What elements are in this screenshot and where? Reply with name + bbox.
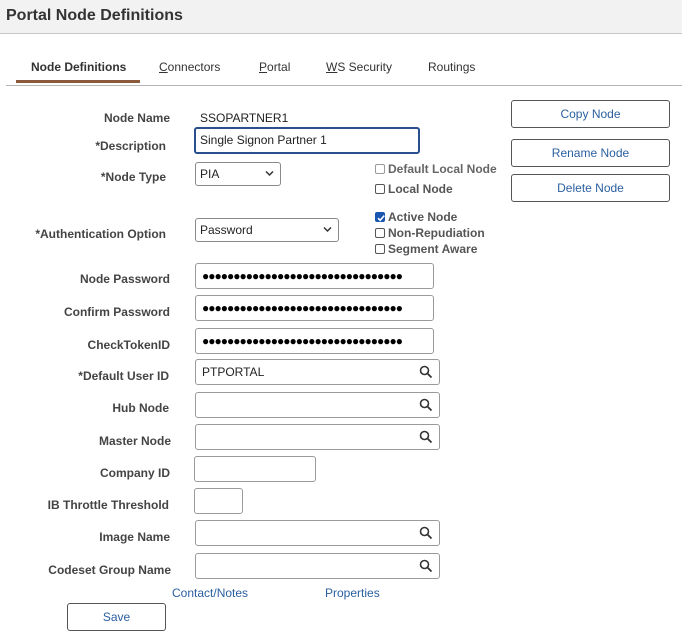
page-title: Portal Node Definitions xyxy=(6,7,183,24)
master-node-label: Master Node xyxy=(98,434,171,448)
search-icon[interactable] xyxy=(419,559,433,573)
chevron-down-icon xyxy=(265,170,274,177)
contact-notes-link[interactable]: Contact/Notes xyxy=(172,586,248,600)
hub-node-label: Hub Node xyxy=(112,401,169,415)
tab-connectors[interactable]: Connectors xyxy=(159,60,220,74)
tab-connectors-accesskey: C xyxy=(159,60,168,74)
tab-routings[interactable]: Routings xyxy=(428,60,475,74)
auth-option-select[interactable]: Password xyxy=(195,218,339,242)
codeset-group-label: Codeset Group Name xyxy=(48,563,171,577)
default-user-id-input[interactable]: PTPORTAL xyxy=(195,359,440,385)
description-label: *Description xyxy=(95,139,166,153)
checkbox-box xyxy=(375,184,385,194)
tab-node-definitions[interactable]: Node Definitions xyxy=(31,60,126,74)
checkmark-icon xyxy=(377,215,385,222)
save-button[interactable]: Save xyxy=(67,603,166,631)
image-name-label: Image Name xyxy=(99,530,170,544)
hub-node-input[interactable] xyxy=(195,392,440,418)
node-type-select[interactable]: PIA xyxy=(195,162,281,186)
node-password-label: Node Password xyxy=(79,272,170,286)
confirm-password-input[interactable]: ●●●●●●●●●●●●●●●●●●●●●●●●●●●●●●●● xyxy=(195,295,434,321)
codeset-group-input[interactable] xyxy=(195,553,440,579)
tab-ws-security-accesskey: W xyxy=(326,60,338,74)
checkbox-box xyxy=(375,244,385,254)
auth-option-value: Password xyxy=(200,223,253,237)
description-input[interactable]: Single Signon Partner 1 xyxy=(194,127,420,154)
ib-throttle-label: IB Throttle Threshold xyxy=(47,498,169,512)
tab-portal[interactable]: Portal xyxy=(259,60,290,74)
default-user-id-value: PTPORTAL xyxy=(202,365,265,379)
node-type-label: *Node Type xyxy=(100,170,166,184)
checkbox-box xyxy=(375,164,385,174)
chevron-down-icon xyxy=(323,226,332,233)
checkbox-box-checked xyxy=(375,212,385,222)
search-icon[interactable] xyxy=(419,526,433,540)
ib-throttle-input[interactable] xyxy=(194,488,243,514)
tab-ws-security-label: S Security xyxy=(337,60,393,74)
master-node-input[interactable] xyxy=(195,424,440,450)
tab-portal-label: ortal xyxy=(267,60,291,74)
auth-option-label: *Authentication Option xyxy=(35,227,166,241)
segment-aware-checkbox[interactable]: Segment Aware xyxy=(375,242,477,256)
tab-ws-security[interactable]: WS Security xyxy=(326,60,392,74)
check-token-id-label: CheckTokenID xyxy=(87,338,170,352)
non-repudiation-checkbox[interactable]: Non-Repudiation xyxy=(375,226,485,240)
local-node-label: Local Node xyxy=(388,182,453,196)
default-local-node-label: Default Local Node xyxy=(388,162,497,176)
tab-portal-accesskey: P xyxy=(259,60,268,74)
search-icon[interactable] xyxy=(419,365,433,379)
rename-node-button[interactable]: Rename Node xyxy=(511,139,670,167)
tab-bar: Node Definitions Connectors Portal WS Se… xyxy=(6,56,682,86)
node-name-value: SSOPARTNER1 xyxy=(200,111,289,125)
node-type-value: PIA xyxy=(200,167,220,181)
search-icon[interactable] xyxy=(419,430,433,444)
default-local-node-checkbox[interactable]: Default Local Node xyxy=(375,162,497,176)
node-name-label: Node Name xyxy=(103,111,170,125)
active-tab-indicator xyxy=(16,80,140,83)
check-token-id-input[interactable]: ●●●●●●●●●●●●●●●●●●●●●●●●●●●●●●●● xyxy=(195,328,434,354)
default-user-id-label: *Default User ID xyxy=(78,369,169,383)
delete-node-button[interactable]: Delete Node xyxy=(511,174,670,202)
tab-connectors-label: onnectors xyxy=(167,60,221,74)
company-id-input[interactable] xyxy=(194,456,316,482)
segment-aware-label: Segment Aware xyxy=(388,242,478,256)
search-icon[interactable] xyxy=(419,398,433,412)
image-name-input[interactable] xyxy=(195,520,440,546)
copy-node-button[interactable]: Copy Node xyxy=(511,100,670,128)
local-node-checkbox[interactable]: Local Node xyxy=(375,182,453,196)
page-header: Portal Node Definitions xyxy=(0,0,682,34)
properties-link[interactable]: Properties xyxy=(325,586,380,600)
company-id-label: Company ID xyxy=(99,466,170,480)
non-repudiation-label: Non-Repudiation xyxy=(388,226,485,240)
active-node-checkbox[interactable]: Active Node xyxy=(375,210,457,224)
active-node-label: Active Node xyxy=(388,210,458,224)
node-password-input[interactable]: ●●●●●●●●●●●●●●●●●●●●●●●●●●●●●●●● xyxy=(195,263,434,289)
checkbox-box xyxy=(375,228,385,238)
confirm-password-label: Confirm Password xyxy=(63,305,170,319)
